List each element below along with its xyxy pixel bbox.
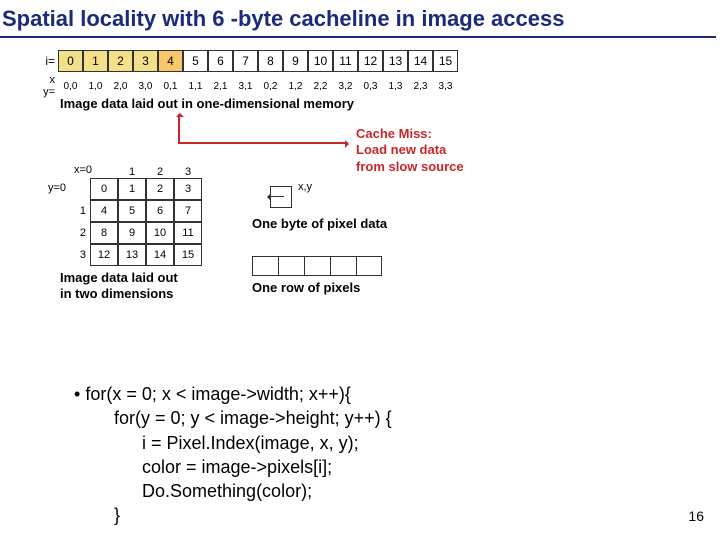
i-cell: 3 <box>133 50 158 72</box>
miss-arrow-horiz <box>178 142 348 144</box>
grid-cell: 1 <box>118 178 146 200</box>
i-cell: 13 <box>383 50 408 72</box>
i-cell: 4 <box>158 50 183 72</box>
code-line-3: i = Pixel.Index(image, x, y); <box>74 431 392 455</box>
pixel-row-boxes <box>252 256 382 276</box>
i-cell: 10 <box>308 50 333 72</box>
grid-cell: 15 <box>174 244 202 266</box>
grid-cell: 14 <box>146 244 174 266</box>
grid-row: 14567 <box>60 200 202 222</box>
miss-line-3: from slow source <box>356 159 464 175</box>
col-header-cell: 3 <box>174 166 202 178</box>
i-cell: 14 <box>408 50 433 72</box>
two-d-caption-l2: in two dimensions <box>60 286 178 302</box>
pixel-row-cell <box>278 256 304 276</box>
row-y-label: 1 <box>60 205 90 217</box>
xy-cell: 0,1 <box>158 81 183 92</box>
grid-cell: 8 <box>90 222 118 244</box>
cache-miss-label: Cache Miss: Load new data from slow sour… <box>356 126 464 175</box>
i-label: i= <box>36 54 58 68</box>
grid-row: 0123 <box>60 178 202 200</box>
grid-cell: 5 <box>118 200 146 222</box>
xy-cell: 2,2 <box>308 81 333 92</box>
i-cell: 11 <box>333 50 358 72</box>
col-header-cell <box>90 166 118 178</box>
pixel-byte-box <box>270 186 292 208</box>
col-header-cell: 1 <box>118 166 146 178</box>
one-d-memory: i= 0123456789101112131415 x y= 0,01,02,0… <box>36 50 458 98</box>
code-line-4: color = image->pixels[i]; <box>74 455 392 479</box>
grid-cell: 13 <box>118 244 146 266</box>
i-cell: 15 <box>433 50 458 72</box>
grid-row: 2891011 <box>60 222 202 244</box>
grid-cell: 4 <box>90 200 118 222</box>
pixel-caption: One byte of pixel data <box>252 216 387 231</box>
xy-cell: 3,3 <box>433 81 458 92</box>
i-cell: 5 <box>183 50 208 72</box>
i-cell: 12 <box>358 50 383 72</box>
one-d-caption: Image data laid out in one-dimensional m… <box>60 96 354 111</box>
xy-cell: 0,0 <box>58 81 83 92</box>
pixel-row-cell <box>304 256 330 276</box>
xy-cell: 1,3 <box>383 81 408 92</box>
i-cell: 0 <box>58 50 83 72</box>
grid-cell: 11 <box>174 222 202 244</box>
grid-cell: 9 <box>118 222 146 244</box>
x-header: x=0 <box>74 164 92 176</box>
pixel-row-cell <box>252 256 278 276</box>
xy-cell: 3,1 <box>233 81 258 92</box>
two-d-caption: Image data laid out in two dimensions <box>60 270 178 301</box>
xy-cell: 1,2 <box>283 81 308 92</box>
grid-cell: 0 <box>90 178 118 200</box>
page-number: 16 <box>688 508 704 524</box>
xy-cell: 2,0 <box>108 81 133 92</box>
row-y-label: 2 <box>60 227 90 239</box>
i-cell: 8 <box>258 50 283 72</box>
code-line-6: } <box>74 503 392 527</box>
miss-arrow-vert <box>178 114 180 142</box>
xy-cell: 3,2 <box>333 81 358 92</box>
grid-cell: 12 <box>90 244 118 266</box>
code-block: for(x = 0; x < image->width; x++){ for(y… <box>74 382 392 528</box>
i-cell: 2 <box>108 50 133 72</box>
grid-row: 312131415 <box>60 244 202 266</box>
pixel-row-caption: One row of pixels <box>252 280 360 295</box>
slide-title: Spatial locality with 6 -byte cacheline … <box>0 0 716 38</box>
pixel-coord-label: x,y <box>298 181 312 193</box>
miss-line-1: Cache Miss: <box>356 126 464 142</box>
pixel-row-cell <box>330 256 356 276</box>
grid-cell: 7 <box>174 200 202 222</box>
pixel-row-cell <box>356 256 382 276</box>
xy-cell: 1,1 <box>183 81 208 92</box>
xy-label: x y= <box>36 74 58 98</box>
y-header: y=0 <box>48 182 66 194</box>
code-line-1: for(x = 0; x < image->width; x++){ <box>74 382 392 406</box>
code-line-5: Do.Something(color); <box>74 479 392 503</box>
xy-cell: 3,0 <box>133 81 158 92</box>
miss-line-2: Load new data <box>356 142 464 158</box>
i-cell: 1 <box>83 50 108 72</box>
grid-cell: 10 <box>146 222 174 244</box>
xy-cell: 1,0 <box>83 81 108 92</box>
i-cell: 7 <box>233 50 258 72</box>
two-d-grid: x=0 y=0 123 0123145672891011312131415 <box>60 166 202 266</box>
grid-cell: 3 <box>174 178 202 200</box>
xy-cell: 0,2 <box>258 81 283 92</box>
xy-cell: 0,3 <box>358 81 383 92</box>
two-d-caption-l1: Image data laid out <box>60 270 178 286</box>
xy-cell: 2,3 <box>408 81 433 92</box>
xy-cell: 2,1 <box>208 81 233 92</box>
col-header-cell: 2 <box>146 166 174 178</box>
grid-cell: 6 <box>146 200 174 222</box>
i-cell: 6 <box>208 50 233 72</box>
row-y-label: 3 <box>60 249 90 261</box>
i-cell: 9 <box>283 50 308 72</box>
code-line-2: for(y = 0; y < image->height; y++) { <box>74 406 392 430</box>
diagram-area: i= 0123456789101112131415 x y= 0,01,02,0… <box>36 44 720 364</box>
grid-cell: 2 <box>146 178 174 200</box>
